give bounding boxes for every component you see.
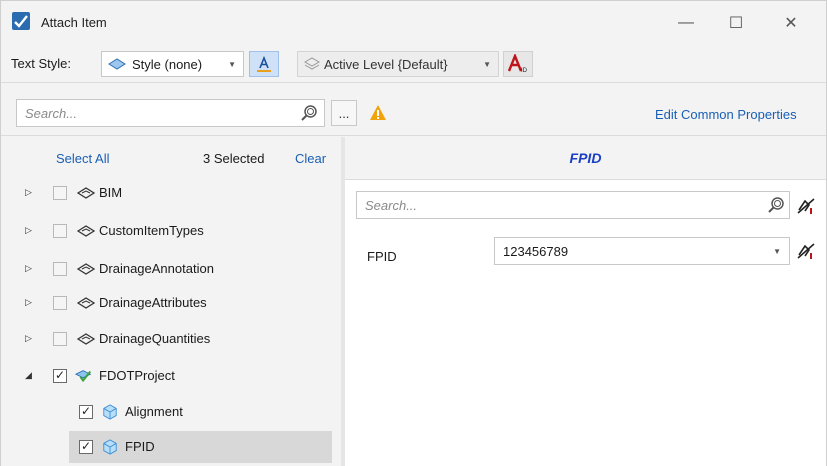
properties-panel: FPID FPID 123456789 ▼: [345, 137, 826, 466]
close-icon: ✕: [784, 15, 798, 32]
check-icon: ✓: [81, 439, 92, 453]
check-icon: ✓: [81, 404, 92, 418]
chevron-down-icon: ▼: [483, 60, 491, 69]
tree-node-checkbox[interactable]: [53, 186, 67, 200]
tree-node-checkbox[interactable]: [53, 224, 67, 238]
tree-node-checkbox[interactable]: ✓: [79, 404, 93, 419]
tree-node-checkbox[interactable]: ✓: [79, 439, 93, 454]
check-icon: ✓: [55, 368, 66, 382]
text-id-button[interactable]: ID: [503, 51, 533, 77]
maximize-button[interactable]: ☐: [711, 1, 761, 45]
expand-icon[interactable]: ▷: [25, 263, 37, 275]
tree-node-label: FDOTProject: [99, 368, 175, 383]
expand-icon[interactable]: ▷: [25, 333, 37, 345]
search-icon[interactable]: [767, 196, 785, 214]
tree-node-label: BIM: [99, 185, 123, 200]
property-search-box: [356, 191, 790, 219]
text-style-a-icon: [257, 55, 271, 72]
item-library-icon: [77, 297, 95, 309]
tree-node-fdotproject[interactable]: ◢ ✓ FDOTProject: [1, 360, 341, 392]
svg-text:ID: ID: [521, 68, 528, 74]
text-style-label: Text Style:: [11, 56, 71, 71]
property-value-text: 123456789: [503, 243, 569, 259]
attach-item-window: Attach Item — ☐ ✕ Text Style: Style (non…: [0, 0, 827, 466]
tree-node-drainageannotation[interactable]: ▷ DrainageAnnotation: [1, 253, 341, 285]
tree-node-label: Alignment: [125, 404, 183, 419]
item-search-input[interactable]: [25, 104, 285, 122]
tree-node-label: CustomItemTypes: [99, 223, 204, 238]
properties-title: FPID: [569, 150, 602, 166]
toolbar: Text Style: Style (none) ▼ Active Level …: [1, 45, 826, 83]
tree-node-customitemtypes[interactable]: ▷ CustomItemTypes: [1, 215, 341, 247]
chevron-down-icon: ▼: [228, 60, 236, 69]
properties-area: FPID 123456789 ▼: [345, 179, 826, 466]
minimize-icon: —: [678, 14, 694, 31]
item-library-icon: [77, 333, 95, 345]
collapse-icon[interactable]: ◢: [25, 370, 37, 382]
tree-node-checkbox[interactable]: [53, 296, 67, 310]
app-icon: [12, 12, 30, 30]
tree-node-label: DrainageAttributes: [99, 295, 207, 310]
item-type-tree-panel: Select All 3 Selected Clear ▷ BIM ▷ Cust…: [1, 137, 341, 466]
property-label-fpid: FPID: [367, 249, 397, 264]
item-type-icon: [103, 439, 117, 455]
property-search-input[interactable]: [365, 196, 745, 214]
tree-node-fpid[interactable]: ✓ FPID: [69, 431, 332, 463]
level-icon: [304, 57, 320, 70]
item-library-checked-icon: [75, 370, 92, 383]
property-value-fpid[interactable]: 123456789 ▼: [494, 237, 790, 265]
tree-node-checkbox[interactable]: ✓: [53, 368, 67, 383]
item-library-icon: [77, 225, 95, 237]
expand-icon[interactable]: ▷: [25, 187, 37, 199]
tree-node-label: DrainageQuantities: [99, 331, 211, 346]
text-style-button[interactable]: [249, 51, 279, 77]
item-library-icon: [77, 263, 95, 275]
warning-icon[interactable]: [369, 104, 387, 122]
tree-node-checkbox[interactable]: [53, 332, 67, 346]
expand-icon[interactable]: ▷: [25, 225, 37, 237]
item-type-icon: [103, 404, 117, 420]
text-style-dropdown[interactable]: Style (none) ▼: [101, 51, 244, 77]
edit-common-properties-link[interactable]: Edit Common Properties: [655, 107, 797, 122]
active-level-value: Active Level {Default}: [324, 56, 448, 72]
chevron-down-icon[interactable]: ▼: [773, 247, 781, 256]
tree-node-checkbox[interactable]: [53, 262, 67, 276]
item-search-box: [16, 99, 325, 127]
clear-link[interactable]: Clear: [295, 151, 326, 166]
maximize-icon: ☐: [728, 15, 744, 32]
minimize-button[interactable]: —: [661, 1, 711, 45]
select-all-link[interactable]: Select All: [56, 151, 109, 166]
window-title: Attach Item: [41, 15, 107, 30]
tree-node-drainagequantities[interactable]: ▷ DrainageQuantities: [1, 323, 341, 355]
more-options-button[interactable]: ...: [331, 100, 357, 126]
clear-value-icon[interactable]: [796, 242, 816, 260]
expand-icon[interactable]: ▷: [25, 297, 37, 309]
active-level-dropdown[interactable]: Active Level {Default} ▼: [297, 51, 499, 77]
title-bar: Attach Item — ☐ ✕: [1, 1, 826, 45]
item-library-icon: [77, 187, 95, 199]
tree-node-bim[interactable]: ▷ BIM: [1, 177, 341, 209]
tree-node-label: DrainageAnnotation: [99, 261, 214, 276]
text-style-value: Style (none): [132, 56, 203, 72]
close-button[interactable]: ✕: [766, 1, 816, 45]
selected-count: 3 Selected: [203, 151, 265, 166]
search-row: ... Edit Common Properties: [1, 84, 826, 136]
clear-filter-icon[interactable]: [796, 197, 816, 215]
text-id-icon: ID: [507, 54, 528, 74]
search-icon[interactable]: [300, 104, 318, 122]
text-style-icon: [108, 58, 126, 70]
tree-node-label: FPID: [125, 439, 155, 454]
tree-node-alignment[interactable]: ✓ Alignment: [1, 396, 341, 428]
tree-node-drainageattributes[interactable]: ▷ DrainageAttributes: [1, 287, 341, 319]
